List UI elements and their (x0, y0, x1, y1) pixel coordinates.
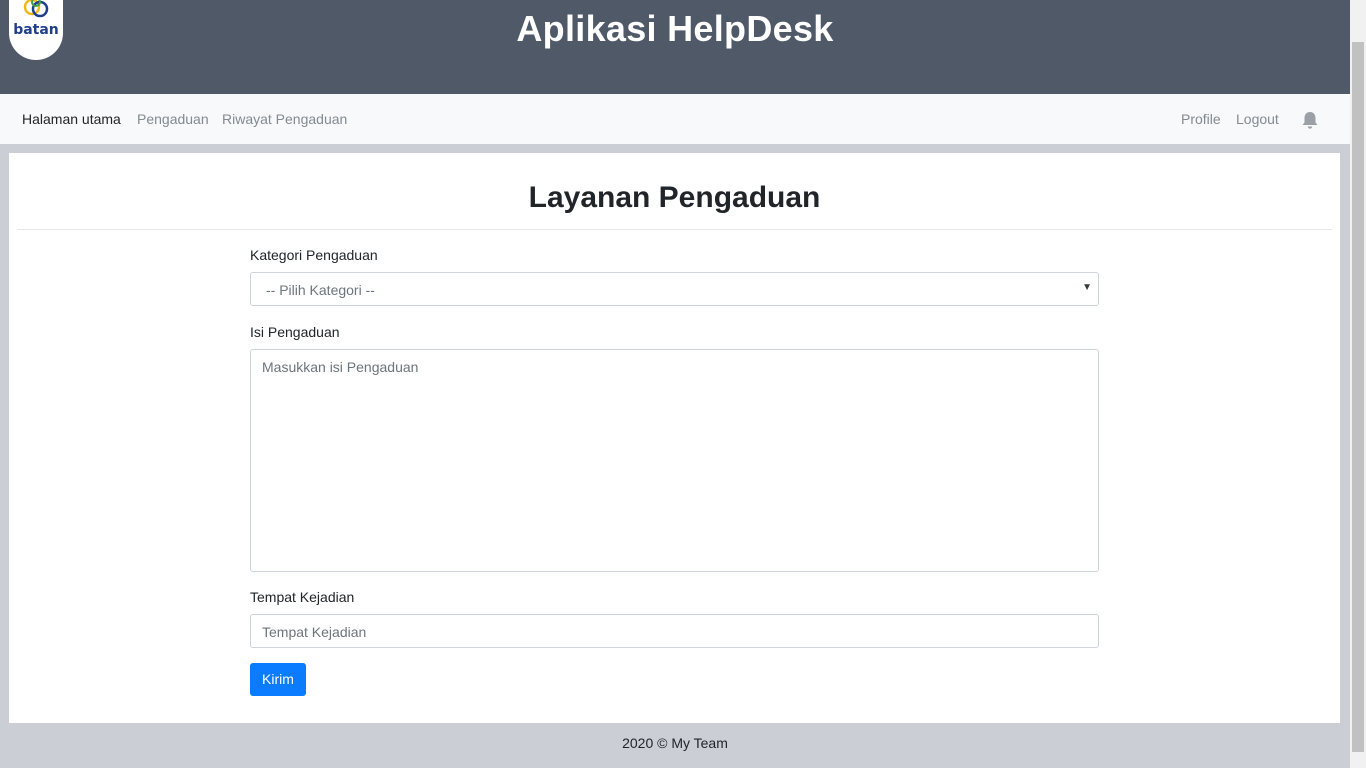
navbar: Halaman utama Pengaduan Riwayat Pengadua… (0, 94, 1350, 144)
content-textarea[interactable]: Masukkan isi Pengaduan (250, 349, 1099, 572)
scrollbar-thumb[interactable] (1352, 42, 1364, 752)
app-title: Aplikasi HelpDesk (516, 8, 834, 49)
nav-item-logout[interactable]: Logout (1236, 111, 1279, 127)
category-select[interactable]: -- Pilih Kategori -- ▼ (250, 272, 1099, 306)
location-label: Tempat Kejadian (250, 589, 355, 605)
vertical-scrollbar[interactable] (1350, 0, 1366, 768)
chevron-down-icon: ▼ (1082, 282, 1092, 293)
nav-item-riwayat-pengaduan[interactable]: Riwayat Pengaduan (222, 111, 347, 127)
nav-item-pengaduan[interactable]: Pengaduan (137, 111, 209, 127)
submit-button[interactable]: Kirim (250, 663, 306, 696)
nav-item-halaman-utama[interactable]: Halaman utama (22, 111, 121, 127)
category-label: Kategori Pengaduan (250, 247, 378, 263)
page-title: Layanan Pengaduan (528, 181, 821, 214)
app-header: batan Aplikasi HelpDesk (0, 0, 1350, 94)
location-input[interactable]: Tempat Kejadian (250, 614, 1099, 648)
complaint-form-card: Layanan Pengaduan Kategori Pengaduan -- … (9, 153, 1340, 723)
bell-icon[interactable] (1301, 111, 1319, 130)
content-label: Isi Pengaduan (250, 324, 340, 340)
category-selected-value: -- Pilih Kategori -- (266, 282, 375, 298)
location-placeholder: Tempat Kejadian (262, 624, 367, 640)
nav-item-profile[interactable]: Profile (1181, 111, 1221, 127)
title-divider (17, 229, 1332, 230)
content-placeholder: Masukkan isi Pengaduan (262, 359, 419, 375)
footer-text: 2020 © My Team (622, 735, 728, 751)
